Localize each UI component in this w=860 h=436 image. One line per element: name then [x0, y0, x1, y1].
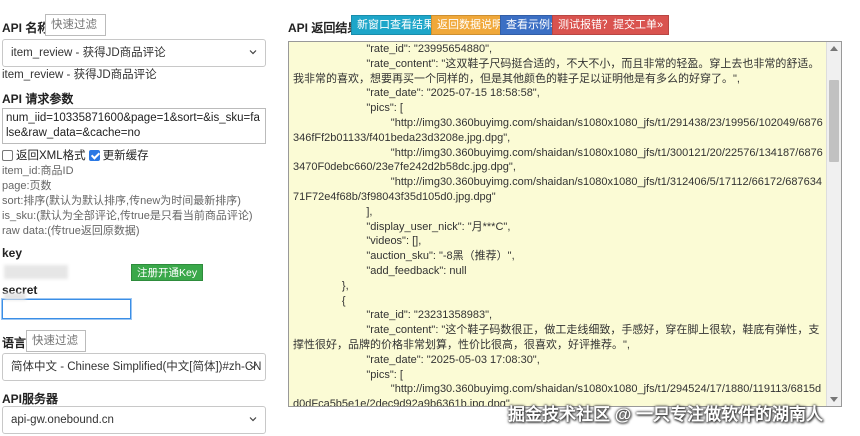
result-line: "rate_date": "2025-05-03 17:08:30",: [293, 353, 540, 366]
language-filter-input[interactable]: [26, 330, 86, 352]
update-cache-label: 更新缓存: [102, 150, 149, 162]
result-line: "rate_date": "2025-07-15 18:58:58",: [293, 87, 540, 100]
language-label: 语言: [2, 336, 27, 350]
help-line: item_id:商品ID: [2, 165, 74, 177]
result-line: "add_feedback": null: [293, 264, 467, 277]
result-line: "pics": [: [293, 368, 403, 381]
report-issue-button[interactable]: 测试报错？提交工单»: [552, 15, 670, 35]
api-name-label: API 名称: [2, 21, 50, 35]
api-select-value: item_review - 获得JD商品评论: [11, 47, 166, 59]
result-line: "display_user_nick": "月***C",: [293, 220, 511, 233]
result-title: API 返回结果: [288, 21, 360, 35]
result-line: "pics": [: [293, 102, 403, 115]
server-select[interactable]: api-gw.onebound.cn: [2, 406, 266, 434]
watermark: 掘金技术社区 @ 一只专注做软件的湖南人: [508, 405, 824, 424]
result-line: "rate_content": "这双鞋子尺码挺合适的，不大不小，而且非常的轻盈…: [293, 57, 820, 85]
result-line: "http://img30.360buyimg.com/shaidan/s108…: [293, 116, 823, 144]
params-label: API 请求参数: [2, 92, 74, 106]
chevron-down-icon: [249, 364, 257, 369]
register-key-button[interactable]: 注册开通Key: [131, 264, 204, 281]
secret-value-blurred: [4, 293, 26, 300]
api-name-filter-input[interactable]: [45, 14, 106, 36]
chevron-down-icon: [249, 50, 257, 55]
help-line: page:页数: [2, 180, 52, 192]
result-line: "rate_content": "这个鞋子码数很正，做工走线细致，手感好，穿在脚…: [293, 324, 820, 351]
params-textarea[interactable]: num_iid=10335871600&page=1&sort=&is_sku=…: [2, 108, 266, 144]
api-selected-text: item_review - 获得JD商品评论: [2, 69, 157, 81]
help-line: sort:排序(默认为默认排序,传new为时间最新排序): [2, 195, 241, 207]
language-select[interactable]: 简体中文 - Chinese Simplified(中文[简体])#zh-CN: [2, 353, 266, 381]
update-cache-checkbox[interactable]: [88, 149, 100, 161]
result-line: "videos": [],: [293, 235, 422, 248]
result-line: "rate_id": "23231358983",: [293, 309, 493, 322]
scroll-up-icon[interactable]: [830, 46, 838, 51]
key-field-blurred[interactable]: [4, 265, 68, 279]
scroll-down-icon[interactable]: [830, 397, 838, 402]
result-scrollbar[interactable]: [826, 42, 841, 406]
help-line: raw data:(传true返回原数据): [2, 225, 140, 237]
xml-format-label: 返回XML格式: [16, 150, 86, 162]
result-line: },: [293, 279, 349, 292]
result-line: "http://img30.360buyimg.com/shaidan/s108…: [293, 176, 822, 203]
left-panel: API 名称 item_review - 获得JD商品评论 item_revie…: [0, 0, 272, 436]
result-json: "rate_id": "23995654880", "rate_content"…: [293, 42, 825, 406]
result-box[interactable]: "rate_id": "23995654880", "rate_content"…: [288, 41, 842, 407]
result-line: {: [293, 294, 346, 307]
param-help: item_id:商品ID page:页数 sort:排序(默认为默认排序,传ne…: [2, 164, 253, 239]
result-line: "rate_id": "23995654880",: [293, 43, 493, 55]
server-select-value: api-gw.onebound.cn: [11, 414, 114, 426]
server-label: API服务器: [2, 392, 59, 406]
xml-format-checkbox[interactable]: [2, 149, 13, 161]
help-line: is_sku:(默认为全部评论,传true是只看当前商品评论): [2, 210, 253, 222]
result-line: "http://img30.360buyimg.com/shaidan/s108…: [293, 146, 823, 174]
api-select[interactable]: item_review - 获得JD商品评论: [2, 39, 266, 67]
result-line: "auction_sku": "-8黑（推荐）",: [293, 250, 515, 263]
scroll-thumb[interactable]: [829, 80, 839, 162]
chevron-down-icon: [249, 417, 257, 422]
key-label: key: [2, 246, 23, 260]
result-line: ],: [293, 205, 373, 218]
options-row: 返回XML格式 更新缓存: [2, 147, 149, 163]
right-panel: API 返回结果 新窗口查看结果» 返回数据说明» 查看示例» 测试报错？提交工…: [286, 0, 860, 436]
language-select-value: 简体中文 - Chinese Simplified(中文[简体])#zh-CN: [11, 361, 262, 373]
secret-input[interactable]: [2, 299, 131, 319]
